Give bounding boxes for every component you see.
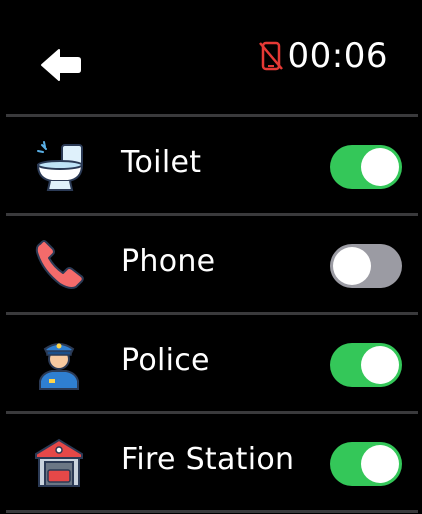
police-officer-icon — [39, 343, 79, 390]
setting-row-toilet: Toilet — [0, 117, 422, 213]
phone-icon — [35, 240, 84, 289]
fire-station-toggle[interactable] — [330, 442, 402, 486]
toggle-knob — [361, 148, 399, 186]
toilet-toggle[interactable] — [330, 145, 402, 189]
setting-label: Fire Station — [121, 442, 295, 477]
setting-row-fire-station: Fire Station — [0, 414, 422, 510]
toggle-knob — [361, 445, 399, 483]
phone-toggle[interactable] — [330, 244, 402, 288]
toggle-knob — [333, 247, 371, 285]
arrow-left-icon — [41, 49, 81, 81]
clock-time: 00:06 — [287, 36, 388, 76]
fire-station-icon — [35, 438, 83, 487]
setting-label: Toilet — [121, 145, 202, 180]
divider — [6, 510, 418, 513]
status-bar: 00:06 — [258, 36, 388, 76]
phone-disabled-icon — [258, 41, 283, 71]
toilet-icon — [36, 141, 84, 191]
setting-row-phone: Phone — [0, 216, 422, 312]
header: 00:06 — [0, 0, 422, 115]
setting-row-police: Police — [0, 315, 422, 411]
back-button[interactable] — [40, 48, 82, 82]
setting-label: Police — [121, 343, 210, 378]
police-toggle[interactable] — [330, 343, 402, 387]
toggle-knob — [361, 346, 399, 384]
setting-label: Phone — [121, 244, 216, 279]
